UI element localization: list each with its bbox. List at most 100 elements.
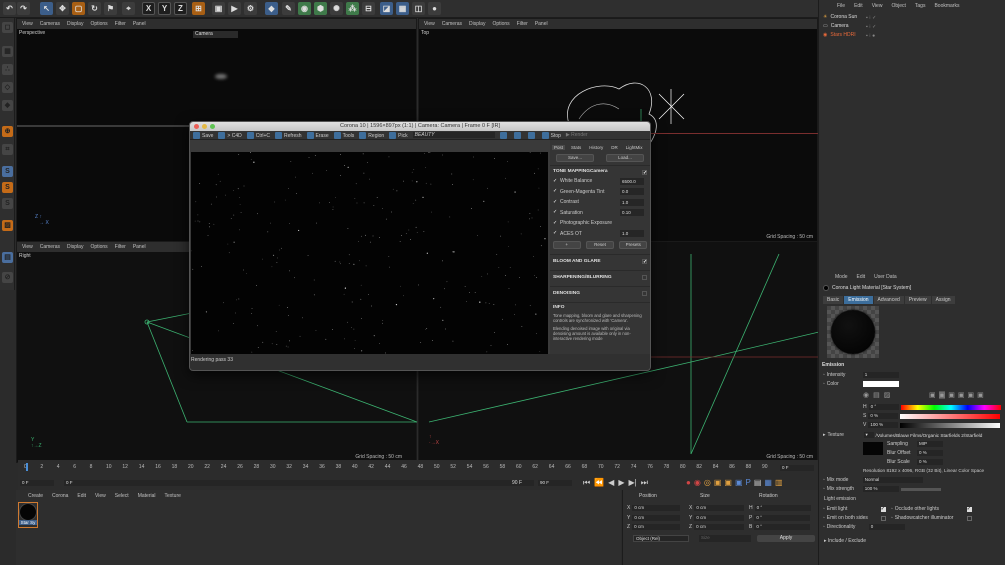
tools-button[interactable]: Tools (333, 131, 354, 139)
light-icon[interactable]: ● (428, 2, 441, 15)
key-scale-icon[interactable]: P (746, 478, 751, 487)
dope-sheet-icon[interactable]: ▥ (775, 478, 783, 487)
menu-cameras[interactable]: Cameras (442, 21, 462, 27)
prev-key-icon[interactable]: ⏪ (594, 478, 604, 488)
mat-menu-material[interactable]: Material (138, 493, 156, 499)
menu-panel[interactable]: Panel (133, 21, 146, 27)
select-tool-icon[interactable]: ↖ (40, 2, 53, 15)
grid-icon[interactable]: ▤ (2, 252, 13, 263)
saturation-slider[interactable] (900, 413, 1001, 419)
tone-mapping-checkbox[interactable]: ✓ (642, 170, 647, 176)
render-canvas[interactable] (191, 152, 548, 355)
render-settings-icon[interactable]: ⚙ (244, 2, 257, 15)
om-menu-edit[interactable]: Edit (854, 3, 863, 9)
snap-icon[interactable]: ⌖ (122, 2, 135, 15)
eyedropper-icon[interactable]: ▣ (977, 391, 984, 399)
tab-stats[interactable]: Stats (569, 145, 583, 150)
current-frame-field[interactable]: 0 F (64, 480, 534, 486)
menu-display[interactable]: Display (67, 244, 83, 250)
radio-icon[interactable]: ◦ (823, 515, 825, 521)
rgb-mode-icon[interactable]: ▣ (929, 391, 936, 399)
menu-view[interactable]: View (424, 21, 435, 27)
camera-icon[interactable]: ◫ (412, 2, 425, 15)
end-frame-field[interactable]: 90 F (538, 480, 572, 486)
model-mode-icon[interactable]: ◻ (2, 22, 13, 33)
mix-strength-field[interactable]: 100 % (862, 486, 899, 492)
apply-button[interactable]: Apply (757, 535, 815, 542)
mat-menu-view[interactable]: View (95, 493, 106, 499)
bloom-glare-section[interactable]: BLOOM AND GLARE ✓ (550, 254, 650, 267)
color-swatch[interactable] (862, 381, 899, 387)
radio-icon[interactable]: ◦ (823, 506, 825, 512)
presets-button[interactable]: Presets (619, 241, 648, 249)
tab-lightmix[interactable]: LightMix (624, 145, 645, 150)
blur-offset-field[interactable]: 0 % (917, 450, 943, 456)
mix-strength-slider[interactable] (900, 487, 941, 491)
spectrum-icon[interactable]: ▤ (873, 391, 880, 399)
tab-assign[interactable]: Assign (931, 296, 955, 304)
bloom-checkbox[interactable]: ✓ (642, 259, 647, 265)
occlude-checkbox[interactable]: ✓ (966, 506, 972, 512)
emit-both-checkbox[interactable] (880, 515, 886, 521)
menu-view[interactable]: View (22, 21, 33, 27)
attr-menu-edit[interactable]: Edit (857, 274, 866, 280)
denoising-section[interactable]: DENOISING (550, 286, 650, 299)
shadowcatcher-checkbox[interactable] (966, 515, 972, 521)
blur-scale-field[interactable]: 0 % (917, 459, 943, 465)
y-axis-icon[interactable]: Y (158, 2, 171, 15)
include-exclude-toggle[interactable]: ▸ Include / Exclude (824, 538, 866, 544)
menu-view[interactable]: View (22, 244, 33, 250)
check-icon[interactable]: ✓ (553, 178, 558, 184)
radio-icon[interactable]: ◦ (823, 381, 825, 387)
menu-filter[interactable]: Filter (517, 21, 528, 27)
key-selection-icon[interactable]: ▣ (714, 478, 722, 487)
workplane-icon[interactable]: ▨ (2, 220, 13, 231)
h-field[interactable]: 0 ° (868, 404, 899, 410)
menu-display[interactable]: Display (67, 21, 83, 27)
material-swatch[interactable]: Star Sy (18, 502, 38, 528)
start-frame-field[interactable]: 0 F (20, 480, 54, 486)
zoom-fit-icon[interactable] (499, 131, 507, 139)
image-picker-icon[interactable]: ▨ (884, 391, 891, 399)
radio-icon[interactable]: ◦ (823, 477, 825, 483)
om-menu-view[interactable]: View (872, 3, 883, 9)
menu-options[interactable]: Options (492, 21, 509, 27)
load-settings-button[interactable]: Load... (606, 154, 644, 162)
edges-mode-icon[interactable]: ◇ (2, 82, 13, 93)
v-field[interactable]: 100 % (868, 422, 899, 428)
mat-menu-select[interactable]: Select (115, 493, 129, 499)
render-button[interactable]: ▶ Render (566, 132, 588, 138)
snapping-icon[interactable]: ⌗ (2, 144, 13, 155)
swatches-mode-icon[interactable]: ▣ (968, 391, 975, 399)
aces-field[interactable]: 1.0 (620, 230, 644, 238)
sampling-select[interactable]: MIP (917, 441, 943, 447)
save-button[interactable]: Save (193, 131, 213, 139)
x-axis-icon[interactable]: X (142, 2, 155, 15)
compare-icon[interactable] (527, 131, 535, 139)
region-button[interactable]: Region (359, 131, 384, 139)
prev-frame-icon[interactable]: ◀ (608, 478, 614, 488)
redo-icon[interactable]: ↷ (17, 2, 30, 15)
tone-mapping-header[interactable]: TONE MAPPINGCamera ✓ (550, 165, 650, 176)
mograph-icon[interactable]: ⁂ (346, 2, 359, 15)
reset-button[interactable]: Reset (585, 241, 614, 249)
render-picture-viewer-icon[interactable]: ▶ (228, 2, 241, 15)
check-icon[interactable]: ✓ (553, 220, 558, 226)
tab-preview[interactable]: Preview (904, 296, 931, 304)
coord-value[interactable]: 0 cm (694, 524, 745, 530)
color-wheel-icon[interactable]: ◉ (863, 391, 869, 399)
texture-path[interactable]: /Volumes/Blauw Films/Organic Starfields … (876, 433, 983, 438)
menu-filter[interactable]: Filter (115, 244, 126, 250)
points-mode-icon[interactable]: ∴ (2, 64, 13, 75)
go-to-start-icon[interactable]: ⏮ (583, 478, 590, 488)
lock-icon[interactable]: ⊘ (2, 272, 13, 283)
texture-menu-button[interactable]: ▾ (863, 432, 874, 438)
mat-menu-edit[interactable]: Edit (77, 493, 86, 499)
mat-menu-create[interactable]: Create (28, 493, 43, 499)
refresh-button[interactable]: Refresh (275, 131, 302, 139)
pick-button[interactable]: Pick (389, 131, 408, 139)
menu-options[interactable]: Options (90, 21, 107, 27)
saturation-field[interactable]: 0.10 (620, 209, 644, 217)
attr-menu-user-data[interactable]: User Data (874, 274, 897, 280)
kelvin-mode-icon[interactable]: ▣ (948, 391, 955, 399)
